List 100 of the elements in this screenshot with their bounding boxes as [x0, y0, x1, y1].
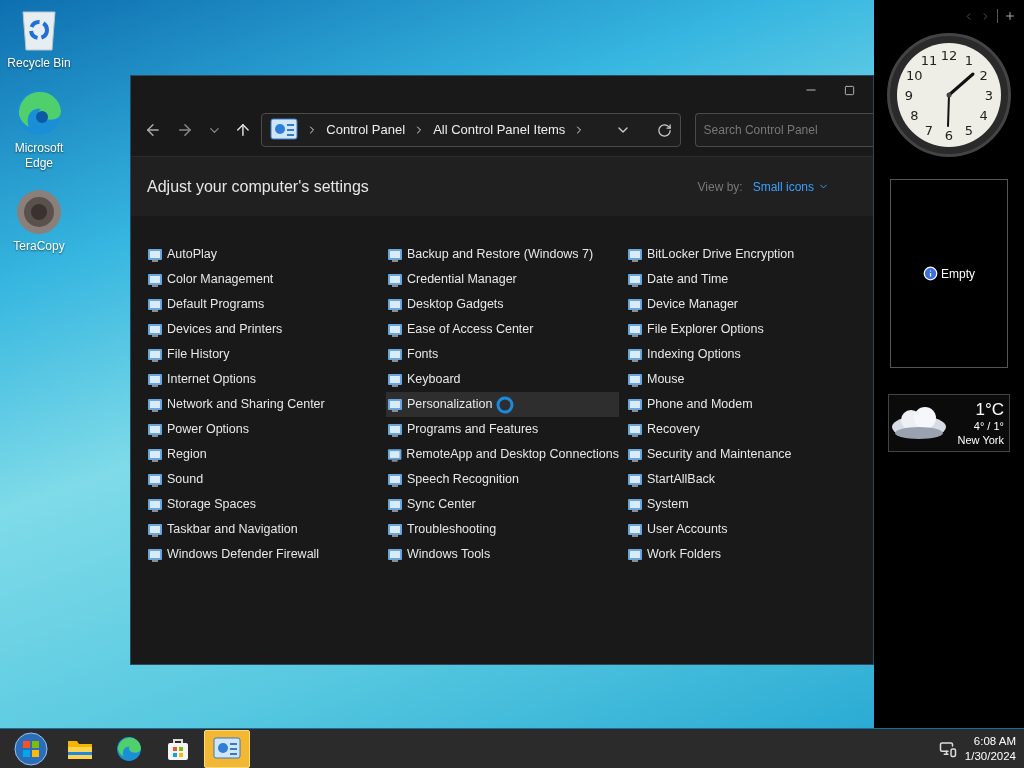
settings-list-item[interactable]: Date and Time — [626, 267, 859, 292]
control-panel-item-icon — [147, 421, 163, 438]
settings-list-item[interactable]: Sync Center — [386, 492, 619, 517]
clock-numeral: 12 — [940, 48, 958, 62]
clock-numeral: 10 — [906, 68, 923, 82]
settings-list-item[interactable]: Keyboard — [386, 367, 619, 392]
taskbar-button[interactable] — [204, 729, 250, 768]
control-panel-item-icon — [387, 446, 403, 463]
settings-list-item[interactable]: Recovery — [626, 417, 859, 442]
settings-list-item[interactable]: Troubleshooting — [386, 517, 619, 542]
settings-list-item[interactable]: Network and Sharing Center — [146, 392, 379, 417]
start-orb-icon — [14, 731, 48, 766]
control-panel-item-icon — [627, 446, 643, 463]
info-icon — [923, 266, 938, 281]
control-panel-item-icon — [627, 546, 643, 563]
settings-list-item[interactable]: Sound — [146, 467, 379, 492]
settings-list-item[interactable]: Internet Options — [146, 367, 379, 392]
control-panel-item-icon — [147, 346, 163, 363]
control-panel-icon — [213, 736, 241, 761]
settings-list-item[interactable]: Windows Tools — [386, 542, 619, 567]
control-panel-item-icon — [387, 321, 403, 338]
settings-list-item[interactable]: AutoPlay — [146, 242, 379, 267]
settings-list-item[interactable]: Default Programs — [146, 292, 379, 317]
settings-list-item[interactable]: Backup and Restore (Windows 7) — [386, 242, 619, 267]
settings-list-item[interactable]: Speech Recognition — [386, 467, 619, 492]
slideshow-status: Empty — [941, 265, 975, 283]
control-panel-item-icon — [627, 471, 643, 488]
settings-list-item[interactable]: File Explorer Options — [626, 317, 859, 342]
weather-city: New York — [957, 433, 1004, 448]
maximize-icon[interactable] — [844, 84, 855, 96]
control-panel-item-icon — [387, 246, 403, 263]
settings-list-item[interactable]: Devices and Printers — [146, 317, 379, 342]
settings-list-item[interactable]: Windows Defender Firewall — [146, 542, 379, 567]
refresh-icon[interactable] — [656, 122, 672, 138]
settings-list-item[interactable]: Region — [146, 442, 379, 467]
clock-time[interactable]: 6:08 AM — [973, 733, 1016, 749]
settings-list-item[interactable]: Fonts — [386, 342, 619, 367]
control-panel-icon — [270, 118, 299, 142]
settings-list-item[interactable]: Ease of Access Center — [386, 317, 619, 342]
settings-list-item[interactable]: Storage Spaces — [146, 492, 379, 517]
settings-list-item[interactable]: System — [626, 492, 859, 517]
busy-cursor-icon — [496, 395, 515, 414]
settings-list-item[interactable]: Mouse — [626, 367, 859, 392]
control-panel-item-icon — [147, 396, 163, 413]
settings-list-item[interactable]: Credential Manager — [386, 267, 619, 292]
clock-numeral: 6 — [944, 128, 954, 142]
control-panel-item-icon — [627, 521, 643, 538]
add-gadget-icon[interactable] — [1004, 10, 1016, 22]
view-by-label: View by: — [697, 178, 743, 196]
search-field[interactable]: Search Control Panel — [694, 113, 873, 147]
view-by-dropdown[interactable]: Small icons — [752, 177, 829, 196]
control-panel-item-icon — [627, 371, 643, 388]
settings-list-item[interactable]: Color Management — [146, 267, 379, 292]
clock-numeral: 1 — [964, 53, 974, 67]
edge-icon — [15, 89, 63, 137]
clock-numeral: 8 — [910, 108, 919, 122]
control-panel-item-icon — [147, 371, 163, 388]
clock-numeral: 7 — [924, 123, 934, 137]
control-panel-item-icon — [627, 296, 643, 313]
control-panel-item-icon — [387, 371, 403, 388]
clock-date[interactable]: 1/30/2024 — [964, 748, 1016, 764]
desktop-icon-label[interactable]: Recycle Bin — [2, 56, 76, 71]
control-panel-item-icon — [627, 321, 643, 338]
control-panel-item-icon — [387, 421, 403, 438]
settings-list-item[interactable]: BitLocker Drive Encryption — [626, 242, 859, 267]
settings-list-item[interactable]: Device Manager — [626, 292, 859, 317]
store-bag-icon — [166, 736, 190, 761]
settings-list-item[interactable]: Desktop Gadgets — [386, 292, 619, 317]
settings-list-item[interactable]: Phone and Modem — [626, 392, 859, 417]
settings-list-item[interactable]: Indexing Options — [626, 342, 859, 367]
control-panel-item-icon — [387, 271, 403, 288]
settings-list-item[interactable]: User Accounts — [626, 517, 859, 542]
control-panel-item-icon — [387, 346, 403, 363]
network-icon[interactable] — [938, 739, 957, 758]
control-panel-item-icon — [147, 296, 163, 313]
control-panel-item-icon — [387, 521, 403, 538]
control-panel-item-icon — [147, 496, 163, 513]
settings-list-item[interactable]: File History — [146, 342, 379, 367]
breadcrumb-item[interactable]: Control Panel — [326, 120, 406, 140]
clock-numeral: 4 — [979, 108, 988, 122]
clock-numeral: 9 — [904, 88, 914, 102]
settings-list-item[interactable]: Personalization — [386, 392, 619, 417]
control-panel-item-icon — [627, 396, 643, 413]
settings-list-item[interactable]: RemoteApp and Desktop Connections — [386, 442, 619, 467]
back-icon[interactable] — [144, 121, 162, 139]
clock-numeral: 5 — [964, 123, 974, 137]
control-panel-item-icon — [387, 396, 403, 413]
settings-list-item[interactable]: Taskbar and Navigation — [146, 517, 379, 542]
settings-list-item[interactable]: Programs and Features — [386, 417, 619, 442]
settings-list-item[interactable]: Security and Maintenance — [626, 442, 859, 467]
settings-list-item[interactable]: Work Folders — [626, 542, 859, 567]
control-panel-item-icon — [147, 546, 163, 563]
settings-list-item[interactable]: StartAllBack — [626, 467, 859, 492]
breadcrumb-item[interactable]: All Control Panel Items — [433, 120, 566, 140]
temperature: 1°C — [975, 398, 1004, 420]
edge-icon — [116, 735, 142, 762]
address-bar[interactable]: Control Panel All Control Panel Items — [261, 113, 681, 147]
control-panel-item-icon — [387, 546, 403, 563]
clock-numeral: 3 — [984, 88, 994, 102]
settings-list-item[interactable]: Power Options — [146, 417, 379, 442]
